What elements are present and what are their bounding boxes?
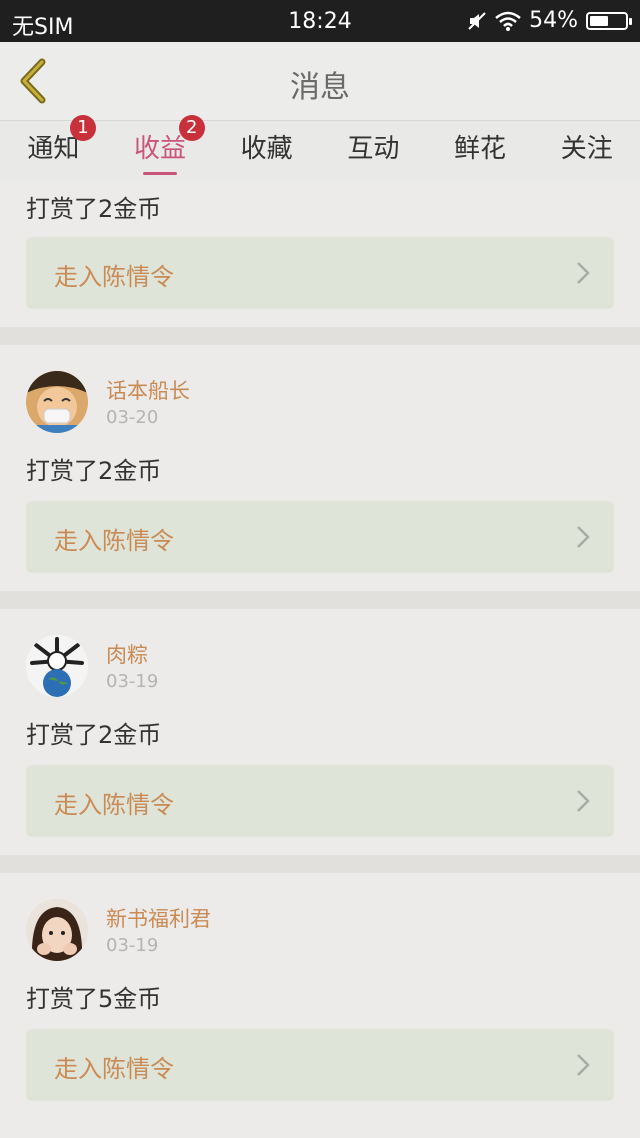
battery-percent: 54% (529, 8, 578, 33)
tab-label: 鲜花 (454, 134, 507, 164)
user-name[interactable]: 新书福利君 (106, 903, 211, 933)
mute-icon (468, 11, 486, 30)
reward-message: 打赏了2金币 (26, 195, 162, 223)
tab-label: 通知 (27, 134, 80, 164)
divider (0, 327, 640, 345)
chevron-right-icon (577, 790, 590, 812)
chevron-right-icon (577, 262, 590, 284)
unread-badge: 2 (178, 115, 205, 141)
post-date: 03-20 (106, 407, 159, 428)
tab-interactions[interactable]: 互动 (320, 121, 427, 181)
post-date: 03-19 (106, 671, 159, 692)
tab-label: 互动 (347, 134, 400, 164)
nav-bar: 消息 (0, 42, 640, 121)
page-title: 消息 (290, 70, 350, 105)
book-title: 走入陈情令 (54, 1055, 174, 1083)
list-item: 肉粽 03-19 打赏了2金币 走入陈情令 (0, 609, 640, 855)
tab-earnings[interactable]: 收益 2 (107, 115, 214, 181)
chevron-right-icon (577, 526, 590, 548)
tab-notifications[interactable]: 通知 1 (0, 115, 107, 181)
avatar[interactable] (26, 635, 88, 697)
tab-label: 收益 (134, 134, 187, 164)
user-name[interactable]: 肉粽 (106, 639, 148, 669)
chevron-right-icon (577, 1054, 590, 1076)
reward-message: 打赏了5金币 (26, 985, 162, 1013)
status-bar: 无SIM 18:24 54% (0, 0, 640, 42)
avatar[interactable] (26, 899, 88, 961)
divider (0, 855, 640, 873)
tab-label: 收藏 (240, 134, 293, 164)
list-item: 话本船长 03-20 打赏了2金币 走入陈情令 (0, 345, 640, 591)
battery-icon (586, 11, 632, 30)
tab-label: 关注 (560, 134, 613, 164)
unread-badge: 1 (70, 115, 96, 141)
book-title: 走入陈情令 (54, 791, 174, 819)
user-name[interactable]: 话本船长 (106, 375, 190, 405)
tab-favorites[interactable]: 收藏 (213, 121, 320, 181)
wifi-icon (495, 11, 521, 31)
book-link[interactable]: 走入陈情令 (26, 765, 614, 837)
status-icons: 54% (467, 8, 632, 33)
tab-bar: 通知 1 收益 2 收藏 互动 鲜花 关注 (0, 115, 640, 181)
book-title: 走入陈情令 (54, 527, 174, 555)
book-title: 走入陈情令 (54, 263, 174, 291)
active-tab-indicator (143, 172, 177, 175)
message-list[interactable]: 打赏了2金币 走入陈情令 话本船长 03-20 打赏了2金币 走入陈情令 肉粽 … (0, 181, 640, 1138)
book-link[interactable]: 走入陈情令 (26, 1029, 614, 1101)
tab-following[interactable]: 关注 (533, 121, 640, 181)
divider (0, 591, 640, 609)
book-link[interactable]: 走入陈情令 (26, 501, 614, 573)
post-date: 03-19 (106, 935, 159, 956)
tab-flowers[interactable]: 鲜花 (427, 121, 534, 181)
reward-message: 打赏了2金币 (26, 457, 162, 485)
list-item: 打赏了2金币 走入陈情令 (0, 181, 640, 327)
list-item: 新书福利君 03-19 打赏了5金币 走入陈情令 (0, 873, 640, 1138)
book-link[interactable]: 走入陈情令 (26, 237, 614, 309)
reward-message: 打赏了2金币 (26, 721, 162, 749)
avatar[interactable] (26, 371, 88, 433)
